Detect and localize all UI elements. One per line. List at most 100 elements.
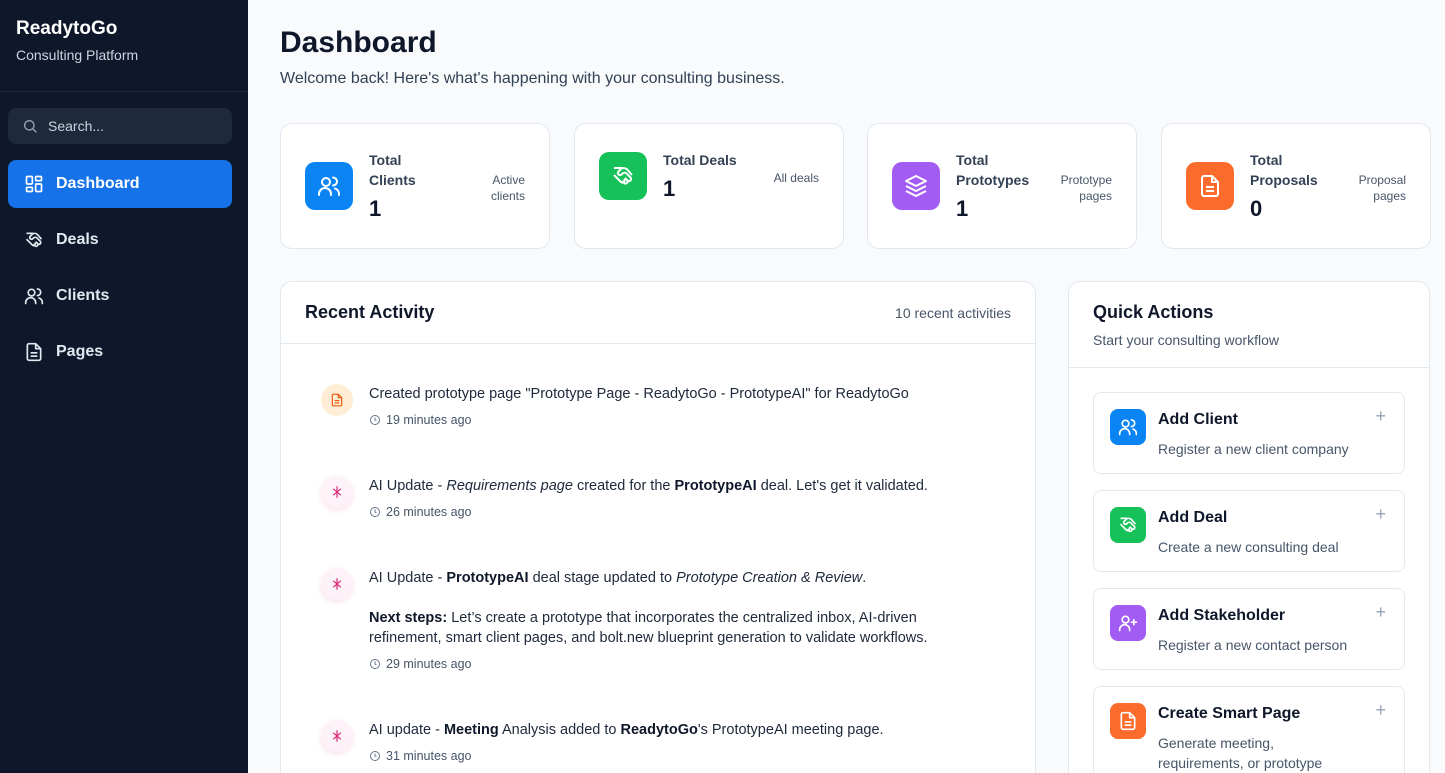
activity-text: AI Update - PrototypeAI deal stage updat… xyxy=(369,568,969,674)
users-icon xyxy=(318,176,340,196)
quick-actions-panel: Quick Actions Start your consulting work… xyxy=(1068,281,1430,773)
next-steps-text: Let’s create a prototype that incorporat… xyxy=(369,610,928,646)
layers-icon xyxy=(905,175,927,197)
next-steps-label: Next steps: xyxy=(369,610,448,626)
stat-card-deals: Total Deals 1 All deals xyxy=(574,123,844,249)
app-name: ReadytoGo xyxy=(16,18,118,39)
activity-text-part: created for the xyxy=(572,478,675,494)
handshake-icon xyxy=(613,167,633,185)
sidebar-item-clients[interactable]: Clients xyxy=(8,272,232,320)
stat-label: Total Prototypes xyxy=(956,152,1030,188)
stat-card-proposals: Total Proposals 0 Proposal pages xyxy=(1161,123,1431,249)
quick-action-description: Create a new consulting deal xyxy=(1158,539,1339,555)
search-icon xyxy=(24,120,37,133)
quick-action-icon xyxy=(1110,409,1146,445)
sidebar-item-deals[interactable]: Deals xyxy=(8,216,232,264)
main-content: Dashboard Welcome back! Here's what's ha… xyxy=(248,0,1445,773)
activity-time-label: 31 minutes ago xyxy=(386,749,472,763)
activity-text-part: deal stage updated to xyxy=(528,570,677,586)
activity-text-part: deal. Let's get it validated. xyxy=(756,478,928,494)
ai-sparkle-icon xyxy=(332,486,342,498)
clock-icon xyxy=(370,507,380,517)
stat-value: 1 xyxy=(663,176,676,201)
quick-action-icon xyxy=(1110,605,1146,641)
sidebar: ReadytoGo Consulting Platform Search... … xyxy=(0,0,248,773)
document-icon xyxy=(1201,175,1219,197)
quick-action-title: Add Client xyxy=(1158,411,1238,428)
activity-text-part: AI update - xyxy=(369,722,444,738)
stat-description: Prototype pages xyxy=(1060,173,1112,203)
search-input[interactable]: Search... xyxy=(8,108,232,144)
activity-text-part: . xyxy=(862,570,867,586)
plus-icon: + xyxy=(1375,700,1386,720)
quick-action-description: Generate meeting, requirements, or proto… xyxy=(1158,735,1323,771)
stat-label: Total Deals xyxy=(663,152,737,168)
add-stakeholder-button[interactable]: Add Stakeholder Register a new contact p… xyxy=(1093,588,1405,670)
activity-time-label: 19 minutes ago xyxy=(386,413,472,427)
activity-time: 19 minutes ago xyxy=(369,410,969,430)
plus-icon: + xyxy=(1375,602,1386,622)
quick-action-description: Register a new client company xyxy=(1158,441,1349,457)
activity-icon xyxy=(321,720,353,752)
stat-icon xyxy=(599,152,647,200)
quick-action-title: Create Smart Page xyxy=(1158,705,1301,722)
quick-action-description: Register a new contact person xyxy=(1158,637,1348,653)
activity-text-part: Analysis added to xyxy=(498,722,621,738)
activity-icon xyxy=(321,568,353,600)
stat-value: 1 xyxy=(956,196,969,221)
sidebar-item-dashboard[interactable]: Dashboard xyxy=(8,160,232,208)
sidebar-item-label: Pages xyxy=(56,343,104,360)
activity-message: AI update - Meeting Analysis added to Re… xyxy=(369,720,969,740)
activity-message: AI Update - Requirements page created fo… xyxy=(369,476,969,496)
add-deal-button[interactable]: Add Deal Create a new consulting deal + xyxy=(1093,490,1405,572)
sidebar-item-pages[interactable]: Pages xyxy=(8,328,232,376)
brand: ReadytoGo Consulting Platform xyxy=(0,0,248,92)
plus-icon: + xyxy=(1375,406,1386,426)
activity-time: 29 minutes ago xyxy=(369,654,969,674)
sidebar-nav: Dashboard Deals Clients Pages xyxy=(8,160,232,384)
add-client-button[interactable]: Add Client Register a new client company… xyxy=(1093,392,1405,474)
clock-icon xyxy=(370,659,380,669)
user-plus-icon xyxy=(1118,615,1138,632)
stat-label: Total Proposals xyxy=(1250,152,1318,188)
sidebar-item-label: Clients xyxy=(56,287,110,304)
create-smart-page-button[interactable]: Create Smart Page Generate meeting, requ… xyxy=(1093,686,1405,773)
activity-text-part: AI Update - xyxy=(369,570,447,586)
quick-actions-header: Quick Actions Start your consulting work… xyxy=(1069,282,1429,368)
activity-icon xyxy=(321,476,353,508)
stat-card-clients: Total Clients 1 Active clients xyxy=(280,123,550,249)
quick-actions-subtitle: Start your consulting workflow xyxy=(1093,332,1279,348)
search-placeholder: Search... xyxy=(48,118,105,134)
activity-message: Created prototype page "Prototype Page -… xyxy=(369,386,909,402)
activity-strong: PrototypeAI xyxy=(674,478,757,494)
activity-text: AI Update - Requirements page created fo… xyxy=(369,476,969,522)
activity-text: AI update - Meeting Analysis added to Re… xyxy=(369,720,969,766)
stat-icon xyxy=(1186,162,1234,210)
handshake-icon xyxy=(1119,517,1137,533)
stat-value: 0 xyxy=(1250,196,1263,221)
stat-description: Proposal pages xyxy=(1358,173,1406,203)
activity-time-label: 29 minutes ago xyxy=(386,657,472,671)
document-icon xyxy=(331,393,343,407)
stat-description: All deals xyxy=(773,171,819,185)
stat-value: 1 xyxy=(369,196,382,221)
activity-strong: Meeting xyxy=(443,722,499,738)
app-subtitle: Consulting Platform xyxy=(16,47,139,63)
activity-text: Created prototype page "Prototype Page -… xyxy=(369,384,969,430)
sidebar-item-label: Deals xyxy=(56,231,99,248)
stat-icon xyxy=(892,162,940,210)
quick-action-title: Add Stakeholder xyxy=(1158,607,1286,624)
quick-action-title: Add Deal xyxy=(1158,509,1228,526)
activity-strong: PrototypeAI xyxy=(446,570,529,586)
quick-action-icon xyxy=(1110,507,1146,543)
stat-icon xyxy=(305,162,353,210)
ai-sparkle-icon xyxy=(332,578,342,590)
users-icon xyxy=(1118,419,1138,436)
quick-actions-title: Quick Actions xyxy=(1093,302,1214,322)
stat-card-prototypes: Total Prototypes 1 Prototype pages xyxy=(867,123,1137,249)
dashboard-grid-icon xyxy=(25,175,43,193)
page-subtitle: Welcome back! Here's what's happening wi… xyxy=(280,70,785,87)
activity-emphasis: Requirements page xyxy=(446,478,573,494)
recent-activity-panel: Recent Activity 10 recent activities Cre… xyxy=(280,281,1036,773)
